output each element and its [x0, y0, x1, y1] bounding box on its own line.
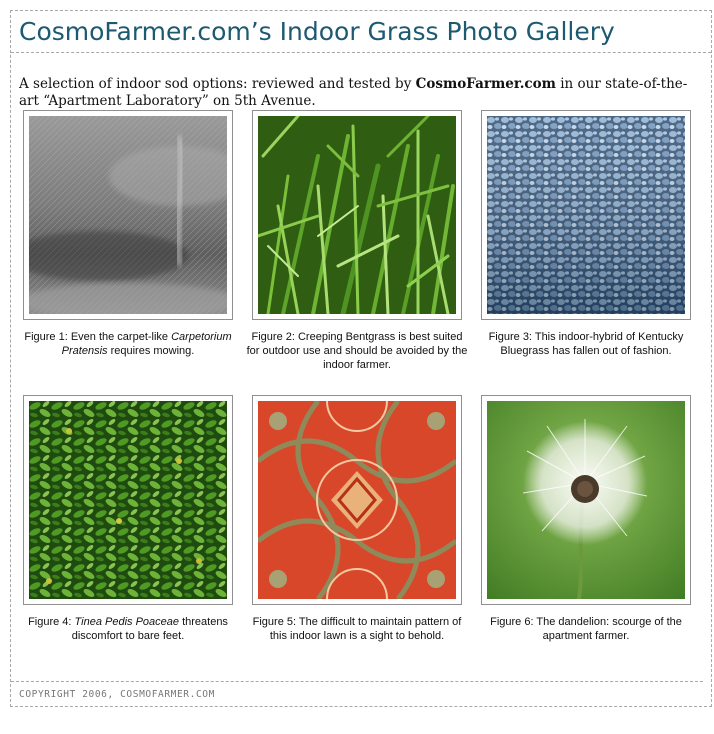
photo-frame-5[interactable]: [252, 395, 462, 605]
page-title: CosmoFarmer.com’s Indoor Grass Photo Gal…: [19, 17, 615, 46]
title-divider: [11, 52, 711, 53]
caption-1: Figure 1: Even the carpet-like Carpetori…: [15, 330, 241, 358]
caption-text: Figure 2: Creeping Bentgrass is best sui…: [246, 331, 468, 371]
caption-text: Figure 5: The difficult to maintain patt…: [252, 616, 462, 642]
patterned-rug-photo: [258, 401, 456, 599]
caption-4: Figure 4: Tinea Pedis Poaceae threatens …: [15, 615, 241, 643]
creeping-bentgrass-photo: [258, 116, 456, 314]
caption-italic: Tinea Pedis Poaceae: [74, 616, 180, 628]
caption-text: Figure 4:: [28, 616, 75, 628]
gallery-frame: CosmoFarmer.com’s Indoor Grass Photo Gal…: [10, 10, 712, 707]
blue-carpet-photo: [487, 116, 685, 314]
caption-text: Figure 3: This indoor-hybrid of Kentucky…: [488, 331, 684, 357]
intro-brand: CosmoFarmer.com: [415, 75, 556, 92]
caption-text: Figure 6: The dandelion: scourge of the …: [490, 616, 682, 642]
photo-frame-3[interactable]: [481, 110, 691, 320]
footer-divider: [11, 681, 703, 682]
grey-carpet-photo: [29, 116, 227, 314]
caption-text: Figure 1: Even the carpet-like: [24, 331, 172, 343]
leafy-ground-cover-photo: [29, 401, 227, 599]
photo-frame-2[interactable]: [252, 110, 462, 320]
caption-5: Figure 5: The difficult to maintain patt…: [244, 615, 470, 643]
photo-frame-1[interactable]: [23, 110, 233, 320]
caption-6: Figure 6: The dandelion: scourge of the …: [473, 615, 699, 643]
caption-3: Figure 3: This indoor-hybrid of Kentucky…: [473, 330, 699, 358]
caption-text: requires mowing.: [107, 345, 195, 357]
intro-text: A selection of indoor sod options: revie…: [19, 76, 699, 110]
copyright-footer: COPYRIGHT 2006, COSMOFARMER.COM: [19, 689, 215, 700]
caption-2: Figure 2: Creeping Bentgrass is best sui…: [244, 330, 470, 372]
dandelion-photo: [487, 401, 685, 599]
intro-before: A selection of indoor sod options: revie…: [19, 75, 416, 92]
photo-frame-4[interactable]: [23, 395, 233, 605]
photo-frame-6[interactable]: [481, 395, 691, 605]
